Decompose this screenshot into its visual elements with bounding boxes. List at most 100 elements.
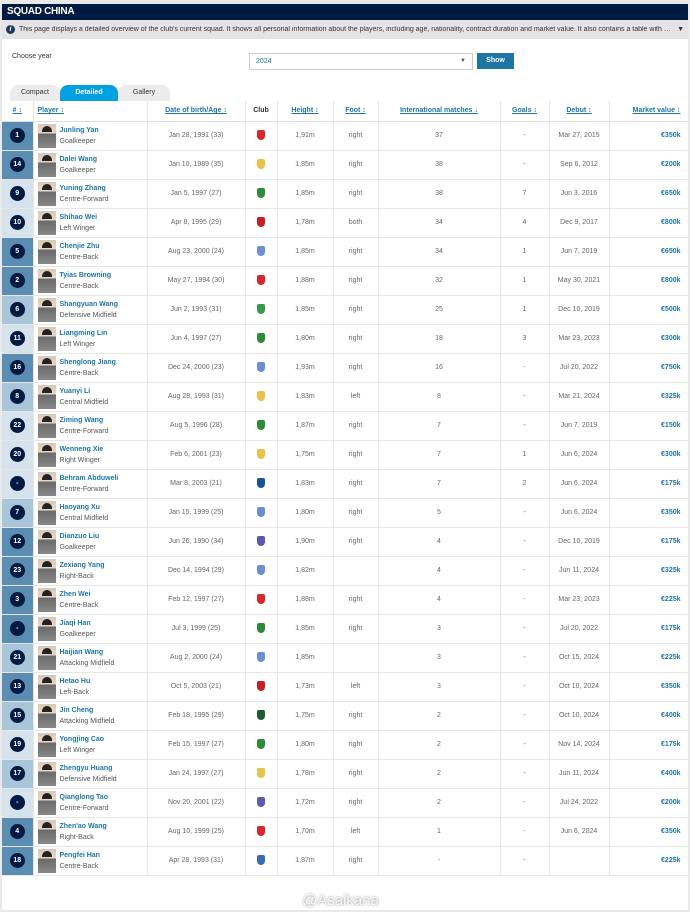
column-header-goals[interactable]: Goals ↕ [500,101,550,122]
club-crest-icon[interactable] [257,274,265,285]
player-name-link[interactable]: Jiaqi Han [60,618,96,629]
club-crest-icon[interactable] [257,419,265,430]
player-name-link[interactable]: Dalei Wang [60,154,97,165]
player-name-link[interactable]: Behram Abduweli [60,473,119,484]
market-value-link[interactable]: €800k [609,208,689,238]
club-crest-icon[interactable] [257,506,265,517]
market-value-link[interactable]: €350k [609,121,689,151]
club-crest-icon[interactable] [257,767,265,778]
market-value-link[interactable]: €200k [609,788,689,818]
club-crest-icon[interactable] [257,622,265,633]
market-value-link[interactable]: €400k [609,701,689,731]
column-header-player[interactable]: Player ↕ [33,101,148,122]
year-select[interactable]: 2024 ▼ [249,53,473,70]
club-cell [245,150,278,180]
player-name-link[interactable]: Shenglong Jiang [60,357,116,368]
club-crest-icon[interactable] [257,216,265,227]
market-value-link[interactable]: €325k [609,556,689,586]
player-name-link[interactable]: Shihao Wei [60,212,98,223]
market-value-link[interactable]: €175k [609,730,689,760]
club-crest-icon[interactable] [257,738,265,749]
player-name-link[interactable]: Ziming Wang [60,415,109,426]
market-value-link[interactable]: €325k [609,382,689,412]
club-crest-icon[interactable] [257,854,265,865]
club-crest-icon[interactable] [257,129,265,140]
club-crest-icon[interactable] [257,535,265,546]
club-crest-icon[interactable] [257,303,265,314]
club-crest-icon[interactable] [257,796,265,807]
market-value-link[interactable]: €175k [609,527,689,557]
club-crest-icon[interactable] [257,651,265,662]
market-value-link[interactable]: €300k [609,440,689,470]
market-value-link[interactable]: €500k [609,295,689,325]
dob-age: Dec 24, 2000 (23) [147,353,246,383]
club-crest-icon[interactable] [257,448,265,459]
player-name-link[interactable]: Zexiang Yang [60,560,105,571]
player-name-link[interactable]: Hetao Hu [60,676,91,687]
market-value-link[interactable]: €300k [609,324,689,354]
player-name-link[interactable]: Haoyang Xu [60,502,109,513]
market-value-link[interactable]: €150k [609,411,689,441]
market-value-link[interactable]: €400k [609,759,689,789]
player-name-link[interactable]: Yuning Zhang [60,183,109,194]
player-name-link[interactable]: Liangming Lin [60,328,108,339]
club-crest-icon[interactable] [257,158,265,169]
player-name-link[interactable]: Zhengyu Huang [60,763,117,774]
shirt-number: 16 [9,360,25,375]
market-value-link[interactable]: €200k [609,150,689,180]
market-value-link[interactable]: €225k [609,585,689,615]
expand-caret-icon[interactable]: ▼ [677,26,684,33]
club-crest-icon[interactable] [257,187,265,198]
market-value-link[interactable]: €175k [609,614,689,644]
club-crest-icon[interactable] [257,680,265,691]
player-cell: Qianglong Tao Centre-Forward [33,788,148,818]
tab-detailed[interactable]: Detailed [60,85,118,101]
table-row: 13 Hetao Hu Left-Back Oct 5, 2003 (21) 1,… [2,672,689,702]
foot: right [333,585,379,615]
show-button[interactable]: Show [477,53,514,69]
column-header-date-of-birth[interactable]: Date of birth/Age ↕ [147,101,246,122]
club-crest-icon[interactable] [257,332,265,343]
player-name-link[interactable]: Tyias Browning [60,270,112,281]
player-name-link[interactable]: Qianglong Tao [60,792,109,803]
info-bar[interactable]: i This page displays a detailed overview… [2,20,688,39]
player-name-link[interactable]: Zhen Wei [60,589,99,600]
club-crest-icon[interactable] [257,593,265,604]
market-value-link[interactable]: €350k [609,498,689,528]
club-crest-icon[interactable] [257,709,265,720]
column-header-market-value[interactable]: Market value ↕ [609,101,689,122]
market-value-link[interactable]: €650k [609,237,689,267]
player-name-link[interactable]: Chenjie Zhu [60,241,100,252]
market-value-link[interactable]: €225k [609,846,689,876]
player-name-link[interactable]: Yuanyi Li [60,386,109,397]
player-name-link[interactable]: Junling Yan [60,125,99,136]
market-value-link[interactable]: €800k [609,266,689,296]
player-name-link[interactable]: Wenneng Xie [60,444,104,455]
club-crest-icon[interactable] [257,361,265,372]
player-name-link[interactable]: Yongjing Cao [60,734,105,745]
column-header-foot[interactable]: Foot ↕ [333,101,379,122]
column-header-international-matches[interactable]: International matches ↓ [378,101,501,122]
tab-compact[interactable]: Compact [10,85,60,101]
column-header-height[interactable]: Height ↕ [277,101,334,122]
market-value-link[interactable]: €650k [609,179,689,209]
club-crest-icon[interactable] [257,245,265,256]
club-crest-icon[interactable] [257,477,265,488]
tab-gallery[interactable]: Gallery [118,85,170,101]
player-name-link[interactable]: Shangyuan Wang [60,299,118,310]
market-value-link[interactable]: €750k [609,353,689,383]
column-header-debut[interactable]: Debut ↕ [549,101,610,122]
player-name-link[interactable]: Jin Cheng [60,705,115,716]
player-name-link[interactable]: Haijian Wang [60,647,115,658]
market-value-link[interactable]: €350k [609,672,689,702]
market-value-link[interactable]: €175k [609,469,689,499]
player-name-link[interactable]: Pengfei Han [60,850,100,861]
market-value-link[interactable]: €225k [609,643,689,673]
player-name-link[interactable]: Dianzuo Liu [60,531,100,542]
club-crest-icon[interactable] [257,825,265,836]
market-value-link[interactable]: €350k [609,817,689,847]
club-crest-icon[interactable] [257,390,265,401]
club-crest-icon[interactable] [257,564,265,575]
player-name-link[interactable]: Zhen'ao Wang [60,821,107,832]
column-header-number[interactable]: # ↕ [2,101,34,122]
